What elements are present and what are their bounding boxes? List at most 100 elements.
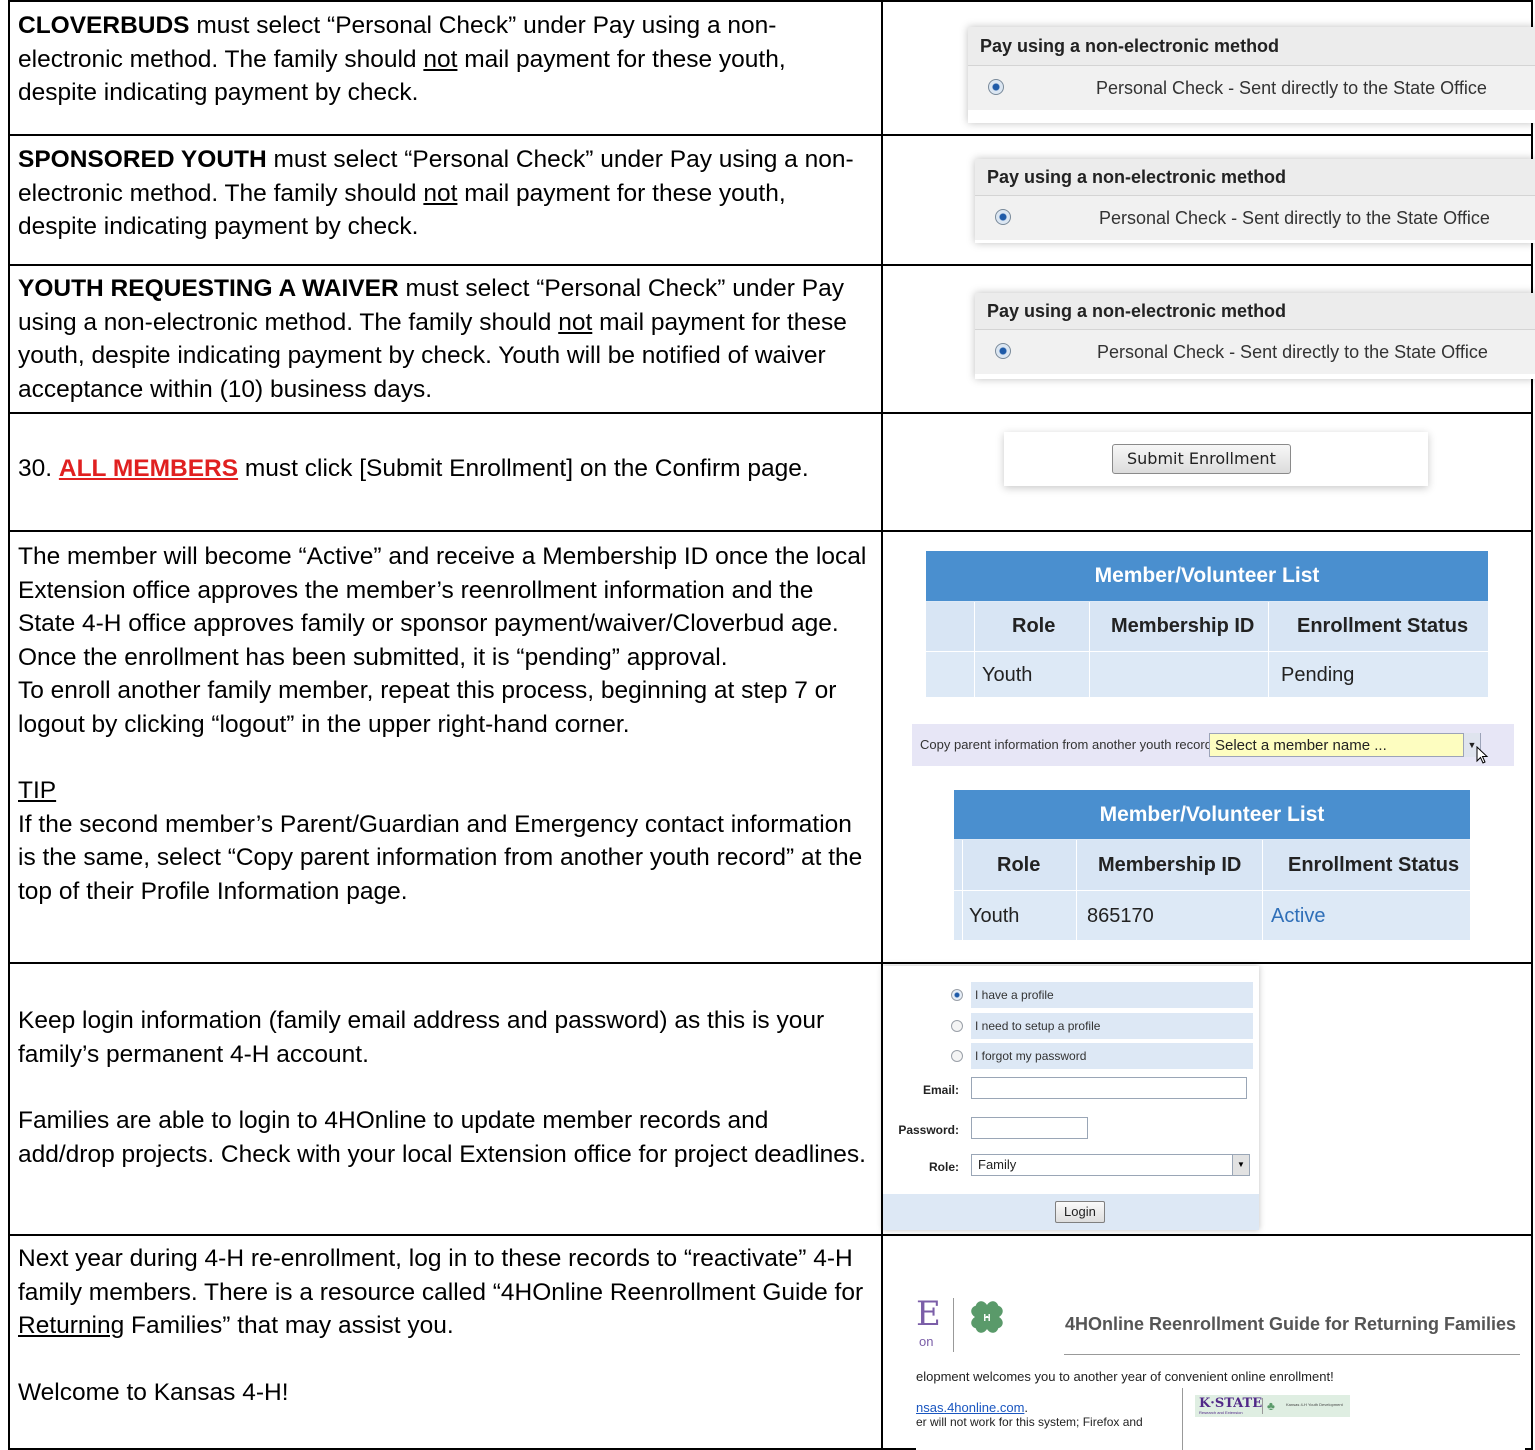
svg-text:H: H (983, 1313, 990, 1324)
kstate-wordmark: K·STATE (1199, 1396, 1263, 1411)
chevron-down-icon[interactable]: ▼ (1232, 1155, 1249, 1175)
column-divider (974, 602, 975, 697)
kstate-sub: Research and Extension (1199, 1410, 1243, 1415)
waiver-instructions: YOUTH REQUESTING A WAIVER must select “P… (18, 275, 847, 403)
submit-panel: Submit Enrollment (1004, 432, 1428, 486)
tip-heading: TIP (18, 777, 57, 804)
pay-method-heading: Pay using a non-electronic method (968, 27, 1535, 66)
enrollment-status-active-link[interactable]: Active (1271, 905, 1325, 928)
personal-check-option[interactable]: Personal Check - Sent directly to the St… (975, 196, 1535, 240)
setup-profile-option[interactable]: I need to setup a profile (975, 1019, 1100, 1033)
next-year-instructions: Next year during 4-H re-enrollment, log … (18, 1242, 868, 1409)
welcome-text: Welcome to Kansas 4-H! (18, 1378, 289, 1406)
role-select[interactable]: Family ▼ (971, 1154, 1250, 1176)
column-header-enrollment-status: Enrollment Status (1297, 615, 1469, 637)
email-field[interactable] (971, 1077, 1247, 1099)
radio-selected-icon[interactable] (995, 209, 1011, 225)
guide-title: 4HOnline Reenrollment Guide for Returnin… (1065, 1314, 1517, 1334)
clover-small-icon: ♣ (1267, 1399, 1275, 1413)
row-divider (8, 134, 1533, 136)
member-list-pending: Member/Volunteer List Role Membership ID… (926, 551, 1488, 697)
reenrollment-guide-preview: E on H 4HOnline Reenrollment Guide for R… (916, 1250, 1525, 1450)
guide-browser-note: er will not work for this system; Firefo… (916, 1415, 1143, 1429)
guide-title-rule (1064, 1354, 1520, 1355)
login-button[interactable]: Login (1055, 1201, 1105, 1223)
column-header-enrollment-status: Enrollment Status (1288, 854, 1460, 876)
mouse-cursor-icon (1476, 746, 1489, 764)
personal-check-label: Personal Check - Sent directly to the St… (1099, 208, 1490, 228)
login-form: I have a profile I need to setup a profi… (883, 966, 1259, 1230)
personal-check-label: Personal Check - Sent directly to the St… (1097, 342, 1488, 362)
kstate-dept: Kansas 4-H Youth Development (1286, 1402, 1343, 1407)
password-field[interactable] (971, 1117, 1088, 1139)
have-profile-option[interactable]: I have a profile (975, 988, 1054, 1002)
row-divider (8, 412, 1533, 414)
pay-method-heading: Pay using a non-electronic method (975, 293, 1535, 330)
personal-check-option[interactable]: Personal Check - Sent directly to the St… (968, 66, 1535, 110)
radio-selected-icon[interactable] (988, 79, 1004, 95)
column-divider (1089, 602, 1090, 697)
guide-link-line: nsas.4honline.com. (916, 1400, 1029, 1415)
pay-method-panel: Pay using a non-electronic method Person… (975, 293, 1535, 379)
password-label: Password: (898, 1123, 959, 1137)
kstate-divider (1262, 1398, 1263, 1414)
reactivate-paragraph: Next year during 4-H re-enrollment, log … (18, 1245, 864, 1339)
role-cell: Youth (982, 664, 1033, 686)
keep-login-paragraph: Keep login information (family email add… (18, 1007, 825, 1068)
sponsored-instructions: SPONSORED YOUTH must select “Personal Ch… (18, 146, 854, 240)
guide-welcome-line: elopment welcomes you to another year of… (916, 1369, 1334, 1384)
row-divider (8, 530, 1533, 532)
role-cell: Youth (969, 905, 1020, 927)
member-list-title: Member/Volunteer List (954, 790, 1470, 839)
row-divider (8, 1234, 1533, 1236)
login-footer: Login (883, 1194, 1259, 1230)
submit-enrollment-button[interactable]: Submit Enrollment (1112, 444, 1291, 474)
guide-link[interactable]: nsas.4honline.com (916, 1400, 1024, 1415)
column-header-role: Role (997, 854, 1041, 876)
login-instructions: Keep login information (family email add… (18, 1004, 868, 1171)
clover-logo-icon: H (971, 1301, 1003, 1333)
column-header-membership-id: Membership ID (1111, 615, 1255, 637)
radio-selected-icon[interactable] (951, 989, 963, 1001)
copy-parent-bar: Copy parent information from another you… (912, 724, 1514, 766)
pay-method-panel: Pay using a non-electronic method Person… (975, 159, 1535, 243)
column-header-membership-id: Membership ID (1098, 854, 1242, 876)
enroll-another-paragraph: To enroll another family member, repeat … (18, 677, 837, 738)
enrollment-status-cell: Pending (1281, 664, 1355, 686)
personal-check-option[interactable]: Personal Check - Sent directly to the St… (975, 330, 1535, 374)
personal-check-label: Personal Check - Sent directly to the St… (1096, 78, 1487, 98)
column-divider (1268, 602, 1269, 697)
member-list-title: Member/Volunteer List (926, 551, 1488, 601)
update-records-paragraph: Families are able to login to 4HOnline t… (18, 1107, 866, 1168)
extension-logo-letter: E (916, 1294, 941, 1334)
forgot-password-option[interactable]: I forgot my password (975, 1049, 1086, 1063)
logo-divider (953, 1298, 954, 1352)
cloverbuds-instructions: CLOVERBUDS must select “Personal Check” … (18, 12, 786, 106)
pay-method-heading: Pay using a non-electronic method (975, 159, 1535, 196)
submit-instructions: 30. ALL MEMBERS must click [Submit Enrol… (18, 455, 809, 482)
kstate-banner: K·STATE Research and Extension ♣ Kansas … (1195, 1395, 1350, 1417)
tip-paragraph: If the second member’s Parent/Guardian a… (18, 810, 863, 905)
member-name-select[interactable]: Select a member name ... ▼ (1209, 733, 1481, 757)
column-divider (881, 0, 883, 1450)
member-name-select-value: Select a member name ... (1215, 737, 1387, 754)
row-divider (8, 264, 1533, 266)
column-header-role: Role (1012, 615, 1056, 637)
membership-id-cell: 865170 (1087, 905, 1154, 927)
row-divider (8, 962, 1533, 964)
pay-method-panel: Pay using a non-electronic method Person… (968, 27, 1535, 123)
radio-selected-icon[interactable] (995, 343, 1011, 359)
guide-column-divider (1182, 1388, 1183, 1450)
radio-icon[interactable] (951, 1050, 963, 1062)
radio-icon[interactable] (951, 1020, 963, 1032)
email-label: Email: (922, 1083, 959, 1097)
row-divider (954, 890, 1470, 891)
active-paragraph: The member will become “Active” and rece… (18, 543, 867, 637)
pending-paragraph: Once the enrollment has been submitted, … (18, 643, 728, 671)
copy-parent-label: Copy parent information from another you… (920, 737, 1212, 752)
row-divider (926, 651, 1488, 652)
role-label: Role: (929, 1160, 959, 1174)
member-list-active: Member/Volunteer List Role Membership ID… (954, 790, 1470, 940)
extension-logo-sub: on (919, 1334, 934, 1349)
row-divider (8, 0, 1533, 2)
